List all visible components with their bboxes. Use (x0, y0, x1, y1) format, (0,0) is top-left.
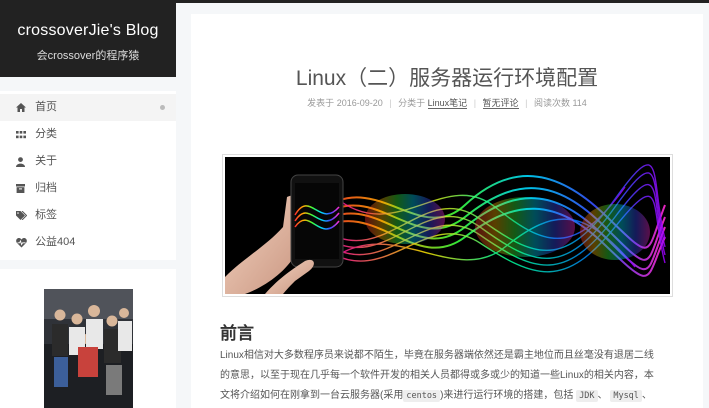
inline-code-jdk: JDK (576, 390, 598, 402)
paragraph-line: 的意思，以至于现在几乎每一个软件开发的相关人员都得或多或少的知道一些Linux的… (220, 370, 654, 381)
meta-divider: | (525, 98, 528, 108)
meta-divider: | (389, 98, 392, 108)
menu-label-tags: 标签 (35, 209, 58, 221)
menu-item-categories[interactable]: 分类 (0, 121, 176, 148)
site-brand[interactable]: crossoverJie's Blog 会crossover的程序猿 (0, 3, 176, 77)
menu-label-archive: 归档 (35, 182, 58, 194)
paragraph-line: Linux相信对大多数程序员来说都不陌生，毕竟在服务器端依然还是霸主地位而且丝毫… (220, 350, 654, 361)
menu-item-home[interactable]: 首页 (0, 94, 176, 121)
meta-category-link[interactable]: Linux笔记 (427, 98, 468, 109)
post-cover-image (222, 154, 673, 297)
meta-read-label: 阅读次数 (533, 98, 570, 108)
menu-label-home: 首页 (35, 101, 58, 113)
post-paragraph: Linux相信对大多数程序员来说都不陌生，毕竟在服务器端依然还是霸主地位而且丝毫… (220, 346, 680, 406)
meta-divider: | (473, 98, 477, 108)
menu-label-about: 关于 (35, 155, 58, 167)
author-photo (44, 289, 133, 408)
grid-icon (16, 130, 32, 139)
section-heading: 前言 (220, 324, 254, 343)
paragraph-line: 文将介绍如何在刚拿到一台云服务器(采用 centos)来进行运行环境的搭建，包括 … (220, 386, 680, 406)
meta-comments-link[interactable]: 暂无评论 (482, 98, 519, 109)
menu-item-about[interactable]: 关于 (0, 148, 176, 175)
site-menu: 首页 分类 关于 归档 标签 公益404 (0, 91, 176, 260)
inline-code-centos: centos (403, 390, 441, 402)
menu-item-charity-404[interactable]: 公益404 (0, 229, 176, 256)
meta-date: 2016-09-20 (336, 98, 383, 108)
user-icon (16, 156, 32, 167)
meta-read-count: 114 (572, 98, 587, 108)
archive-icon (16, 184, 32, 193)
inline-code-mysql: Mysql (610, 390, 642, 402)
post-card: Linux（二）服务器运行环境配置 发表于 2016-09-20 | 分类于 L… (191, 14, 703, 408)
menu-item-archive[interactable]: 归档 (0, 175, 176, 202)
paragraph-text: )来进行运行环境的搭建，包括 (440, 390, 574, 401)
site-subtitle: 会crossover的程序猿 (36, 50, 140, 62)
meta-category-label: 分类于 (398, 98, 426, 108)
post-meta: 发表于 2016-09-20 | 分类于 Linux笔记 | 暂无评论 | 阅读… (191, 96, 703, 109)
heartbeat-icon (16, 237, 32, 248)
active-indicator (160, 105, 165, 110)
home-icon (16, 103, 32, 112)
tags-icon (16, 210, 32, 221)
paragraph-text: 、 (597, 390, 608, 401)
sidebar: crossoverJie's Blog 会crossover的程序猿 首页 分类 (0, 3, 176, 260)
paragraph-text: 、 (641, 390, 652, 401)
post-title[interactable]: Linux（二）服务器运行环境配置 (191, 62, 703, 92)
meta-published-label: 发表于 (307, 98, 335, 108)
menu-label-charity-404: 公益404 (35, 236, 76, 248)
site-title[interactable]: crossoverJie's Blog (0, 3, 176, 40)
paragraph-text: 文将介绍如何在刚拿到一台云服务器(采用 (220, 390, 404, 401)
menu-item-tags[interactable]: 标签 (0, 202, 176, 229)
menu-label-categories: 分类 (35, 128, 58, 140)
author-panel (0, 269, 176, 408)
